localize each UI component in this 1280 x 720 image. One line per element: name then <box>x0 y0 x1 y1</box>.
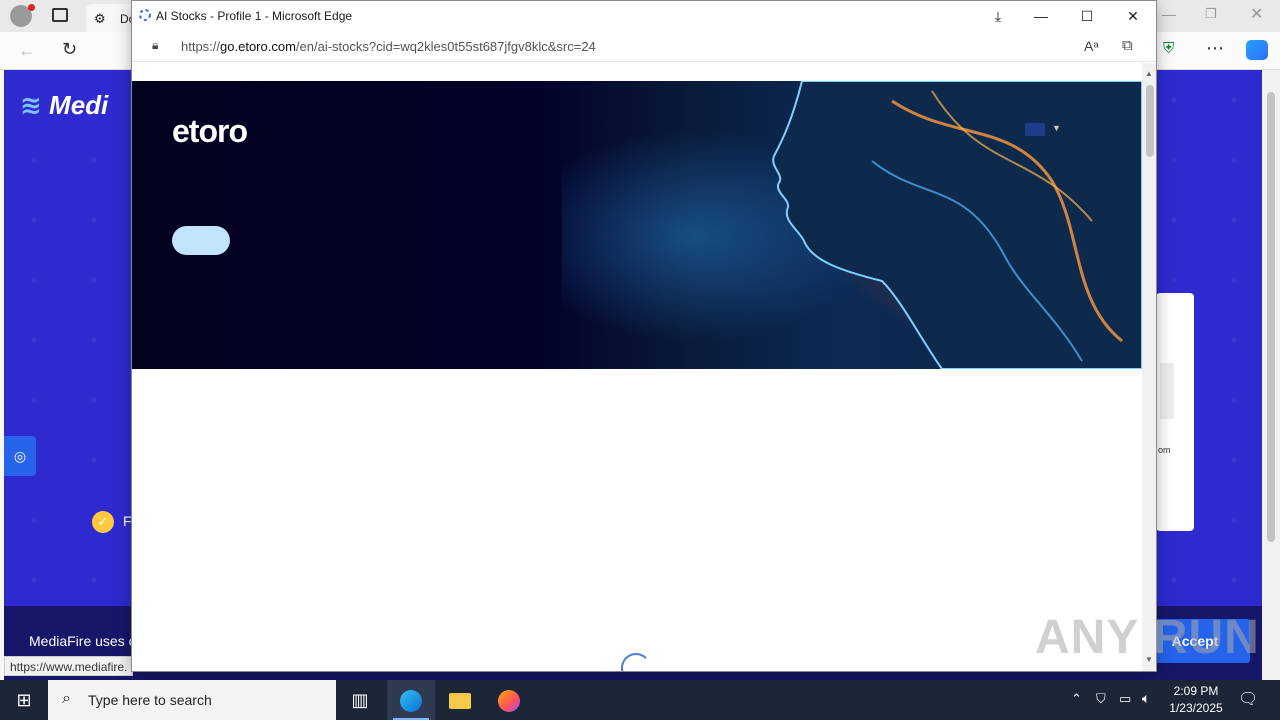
hero-cta-button[interactable] <box>172 226 230 255</box>
ai-face-illustration <box>772 81 1142 369</box>
task-view-icon[interactable]: ▥ <box>336 680 384 720</box>
notification-icon[interactable]: 🗨︎ <box>1238 689 1258 709</box>
copilot-icon[interactable] <box>1246 40 1268 60</box>
url-prefix: https:// <box>181 39 221 54</box>
popup-title: AI Stocks - Profile 1 - Microsoft Edge <box>156 9 353 23</box>
popup-url[interactable]: https://go.etoro.com/en/ai-stocks?cid=wq… <box>181 39 596 54</box>
popup-scrollbar-thumb[interactable] <box>1146 85 1154 157</box>
tab-actions-icon[interactable] <box>52 8 68 22</box>
popup-address-bar[interactable]: 🔒︎ https://go.etoro.com/en/ai-stocks?cid… <box>132 32 1156 62</box>
volume-icon[interactable]: 🔈︎ <box>1142 690 1150 707</box>
search-icon: ⌕ <box>62 690 71 707</box>
mediafire-logo[interactable]: ≋ Medi <box>20 90 108 121</box>
edge-popup-window: AI Stocks - Profile 1 - Microsoft Edge ⤓… <box>131 0 1157 672</box>
status-bar-url: https://www.mediafire. <box>4 656 134 676</box>
immersive-reader-icon[interactable]: ⧉ <box>1122 37 1133 54</box>
popup-title-bar: AI Stocks - Profile 1 - Microsoft Edge ⤓… <box>132 1 1156 32</box>
url-domain: go.etoro.com <box>220 39 296 54</box>
cookie-text: MediaFire uses co <box>29 633 144 649</box>
mediafire-logo-text: Medi <box>49 90 109 120</box>
tab-favicon-icon: ⚙ <box>94 11 106 26</box>
clock-time: 2:09 PM <box>1173 684 1219 698</box>
firefox-icon[interactable] <box>485 680 533 720</box>
side-card: om <box>1156 293 1194 531</box>
refresh-icon[interactable]: ↻ <box>62 39 77 60</box>
card-text: om <box>1158 445 1171 455</box>
scroll-up-icon[interactable]: ▲ <box>1145 69 1153 78</box>
network-icon[interactable]: ▭ <box>1119 691 1131 707</box>
notification-dot <box>28 4 35 11</box>
popup-scrollbar[interactable]: ▲ ▼ <box>1142 63 1156 671</box>
language-caret-icon[interactable]: ▼ <box>1052 123 1061 133</box>
close-icon[interactable]: ✕ <box>1110 1 1156 32</box>
check-circle-icon: ✓ <box>92 511 114 533</box>
search-placeholder: Type here to search <box>88 692 212 708</box>
minimize-icon[interactable]: — <box>1018 1 1064 32</box>
clock-date: 1/23/2025 <box>1169 701 1223 715</box>
bg-minimize-icon[interactable]: — <box>1162 6 1176 22</box>
background-scrollbar[interactable] <box>1262 70 1280 680</box>
back-icon[interactable]: ← <box>18 40 36 61</box>
taskbar: ⊞ ⌕ Type here to search ▥ ⌃ ⛉ ▭ 🔈︎ 2:09 … <box>0 680 1280 720</box>
more-menu-icon[interactable]: ⋯ <box>1206 38 1224 59</box>
etoro-logo[interactable]: etoro <box>172 113 248 150</box>
download-icon[interactable]: ⤓ <box>978 1 1018 32</box>
bg-restore-icon[interactable]: ❐ <box>1205 6 1217 22</box>
taskbar-search-box[interactable]: ⌕ Type here to search <box>48 680 336 720</box>
flag-uk-icon[interactable] <box>1025 123 1045 136</box>
lock-icon[interactable]: 🔒︎ <box>152 38 158 53</box>
loading-favicon-icon <box>139 9 151 21</box>
maximize-icon[interactable]: ☐ <box>1064 1 1110 32</box>
read-aloud-icon[interactable]: Aᵃ <box>1084 38 1099 54</box>
file-explorer-icon[interactable] <box>436 680 484 720</box>
chevron-up-icon[interactable]: ⌃ <box>1071 691 1082 707</box>
loading-spinner-icon <box>621 653 651 671</box>
security-tray-icon[interactable]: ⛉ <box>1096 691 1106 707</box>
copilot-extension-icon[interactable]: ⛨ <box>1163 40 1174 57</box>
side-feedback-button[interactable]: ◎ <box>4 436 36 476</box>
windows-start-icon[interactable]: ⊞ <box>0 680 48 720</box>
popup-page-content: etoro ▼ <box>132 63 1142 671</box>
mediafire-flame-icon: ≋ <box>20 90 42 120</box>
card-placeholder <box>1160 363 1174 419</box>
anyrun-watermark: ANY RUN <box>1035 611 1260 664</box>
url-path: /en/ai-stocks?cid=wq2kles0t55st687jfgv8k… <box>295 39 596 54</box>
system-clock[interactable]: 2:09 PM 1/23/2025 <box>1166 683 1226 717</box>
etoro-hero-banner: etoro ▼ <box>132 81 1142 369</box>
scrollbar-thumb[interactable] <box>1267 92 1275 542</box>
edge-icon[interactable] <box>387 680 435 720</box>
bg-close-icon[interactable]: ✕ <box>1250 4 1263 24</box>
target-icon: ◎ <box>13 448 27 464</box>
